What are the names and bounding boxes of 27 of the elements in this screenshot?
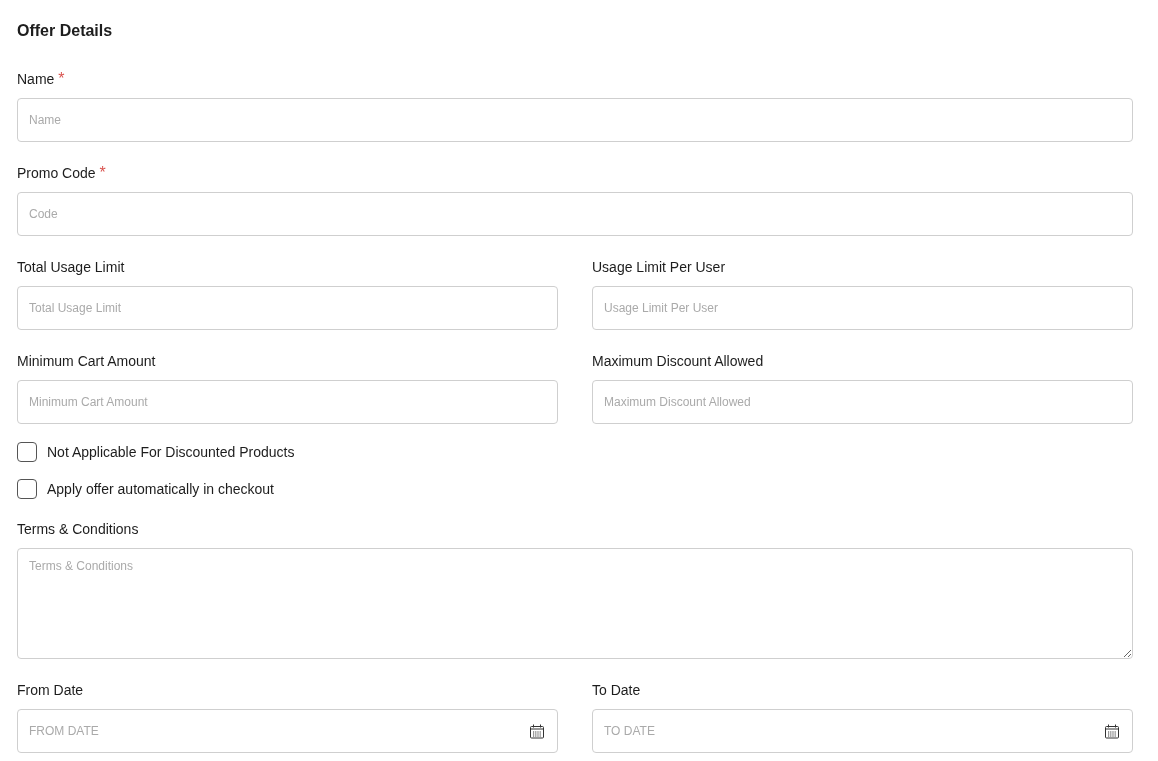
checkbox[interactable] xyxy=(17,442,37,462)
input-field[interactable]: Minimum Cart Amount xyxy=(17,380,558,424)
input-field[interactable]: Name xyxy=(17,98,1133,142)
calendar-icon xyxy=(1104,724,1120,739)
text-area[interactable]: Terms & Conditions xyxy=(17,548,1133,659)
input-field[interactable]: Usage Limit Per User xyxy=(592,286,1133,330)
required-asterisk: * xyxy=(99,164,106,182)
field-label: From Date xyxy=(17,682,84,698)
field-label: Total Usage Limit xyxy=(17,259,125,275)
field-label: Promo Code xyxy=(17,165,96,181)
field-label: Name xyxy=(17,71,55,87)
required-asterisk: * xyxy=(58,70,65,88)
field-label: Usage Limit Per User xyxy=(592,259,726,275)
field-label: To Date xyxy=(592,682,641,698)
input-field[interactable]: Maximum Discount Allowed xyxy=(592,380,1133,424)
date-field[interactable]: FROM DATE xyxy=(17,709,558,753)
section-title: Offer Details xyxy=(17,22,114,40)
input-field[interactable]: Code xyxy=(17,192,1133,236)
checkbox-label: Not Applicable For Discounted Products xyxy=(47,444,295,460)
calendar-icon xyxy=(529,724,545,739)
date-field[interactable]: TO DATE xyxy=(592,709,1133,753)
checkbox-label: Apply offer automatically in checkout xyxy=(47,481,274,497)
input-field[interactable]: Total Usage Limit xyxy=(17,286,558,330)
field-label: Terms & Conditions xyxy=(17,521,139,537)
checkbox[interactable] xyxy=(17,479,37,499)
field-label: Minimum Cart Amount xyxy=(17,353,156,369)
field-label: Maximum Discount Allowed xyxy=(592,353,764,369)
